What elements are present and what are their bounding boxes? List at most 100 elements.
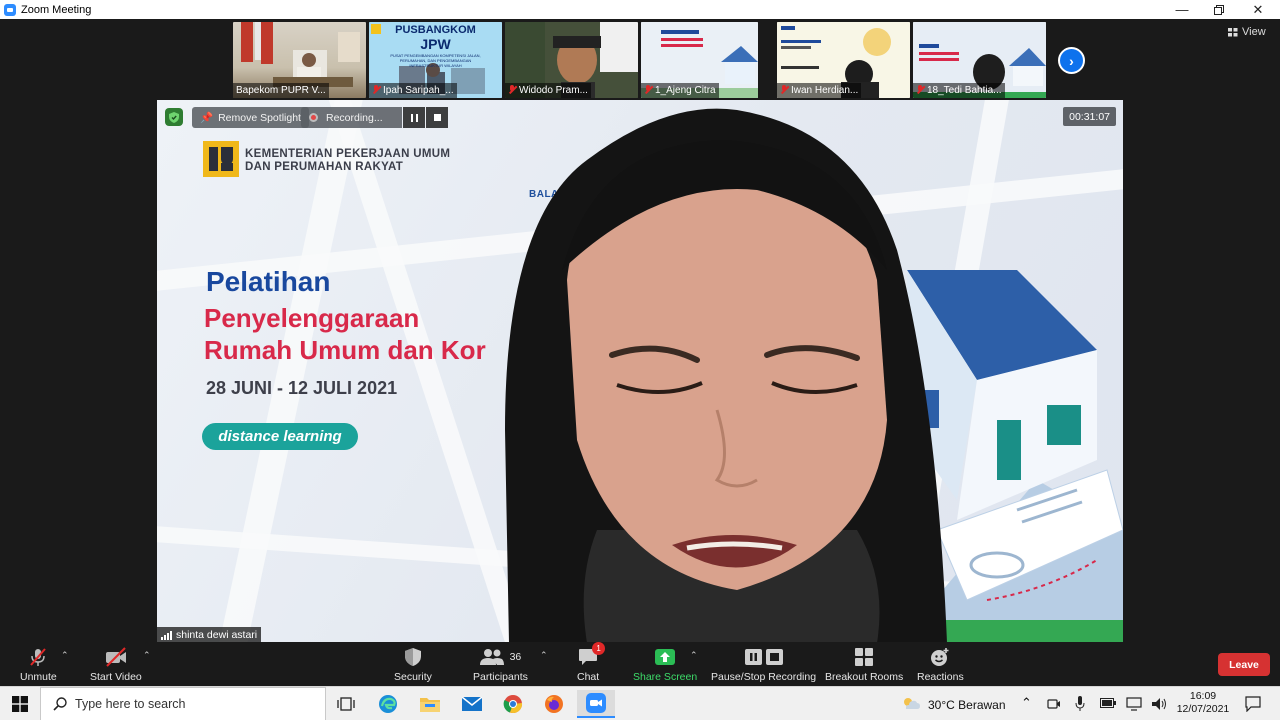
thumbnail-name: Ipah Saripah_... — [369, 83, 457, 98]
speaker-name: shinta dewi astari — [176, 629, 258, 641]
thumbnail-name: Bapekom PUPR V... — [233, 83, 329, 98]
taskbar-edge[interactable] — [369, 690, 407, 718]
security-label: Security — [394, 671, 432, 683]
muted-mic-icon — [780, 85, 788, 94]
audio-options-caret-icon[interactable]: ⌃ — [61, 650, 69, 661]
chrome-icon — [503, 695, 523, 714]
thumbnail-name: 1_Ajeng Citra — [641, 83, 719, 98]
chat-icon: 1 — [578, 642, 606, 668]
security-button[interactable]: Security — [394, 646, 432, 683]
participants-button[interactable]: 36 Participants — [473, 646, 528, 683]
thumbnail-name: Iwan Herdian... — [777, 83, 862, 98]
remove-spotlight-button[interactable]: 📌 Remove Spotlight — [192, 107, 309, 128]
recording-indicator: Recording... — [301, 107, 402, 128]
security-shield-icon[interactable] — [165, 108, 183, 126]
participant-thumbnail[interactable]: Bapekom PUPR V... — [233, 22, 366, 98]
show-hidden-icons-icon[interactable]: ⌃ — [1021, 695, 1032, 711]
chat-button[interactable]: 1 Chat — [577, 642, 606, 683]
share-screen-label: Share Screen — [633, 671, 698, 683]
main-video[interactable]: KEMENTERIAN PEKERJAAN UMUM DAN PERUMAHAN… — [157, 100, 1123, 643]
battery-icon[interactable] — [1100, 698, 1116, 708]
search-icon — [53, 697, 67, 711]
muted-mic-icon — [644, 85, 652, 94]
participants-caret-icon[interactable]: ⌃ — [540, 650, 548, 661]
meet-now-icon[interactable] — [1047, 697, 1061, 711]
presenter-video — [505, 108, 947, 643]
participant-thumbnail[interactable]: Iwan Herdian... — [777, 22, 910, 98]
task-view-button[interactable] — [327, 690, 365, 718]
breakout-rooms-label: Breakout Rooms — [825, 671, 904, 683]
participants-count: 36 — [509, 651, 522, 663]
jpw-subtitle: JPW — [420, 36, 451, 52]
pause-recording-button[interactable] — [403, 107, 425, 128]
view-button[interactable]: View — [1228, 26, 1266, 38]
muted-mic-icon — [916, 85, 924, 94]
taskbar-file-explorer[interactable] — [411, 690, 449, 718]
recording-label: Recording... — [326, 111, 383, 124]
weather-text[interactable]: 30°C Berawan — [928, 698, 1006, 712]
reactions-button[interactable]: Reactions — [917, 646, 964, 683]
folder-icon — [420, 698, 440, 712]
close-icon[interactable]: ✕ — [1238, 0, 1278, 19]
pin-icon: 📌 — [200, 112, 214, 124]
mail-icon — [462, 697, 482, 711]
recording-dot-icon — [309, 113, 318, 122]
speaker-name-tag: shinta dewi astari — [157, 627, 262, 643]
window-titlebar: Zoom Meeting — ✕ — [0, 0, 1280, 19]
participants-icon: 36 — [479, 646, 522, 668]
next-page-button[interactable]: › — [1058, 47, 1085, 74]
start-video-label: Start Video — [90, 671, 142, 683]
video-off-icon — [105, 646, 127, 668]
pause-stop-recording-button[interactable]: Pause/Stop Recording — [711, 646, 816, 683]
recording-controls-icon — [744, 646, 783, 668]
notifications-icon[interactable] — [1245, 696, 1261, 712]
taskbar-mail[interactable] — [453, 690, 491, 718]
thumbnail-name: 18_Tedi Bahtia... — [913, 83, 1005, 98]
restore-icon[interactable] — [1199, 0, 1239, 19]
stop-recording-button[interactable] — [426, 107, 448, 128]
reactions-label: Reactions — [917, 671, 964, 683]
grid-view-icon — [1228, 27, 1238, 36]
windows-logo-icon — [12, 696, 28, 712]
search-placeholder: Type here to search — [75, 697, 186, 711]
clock-date: 12/07/2021 — [1176, 703, 1230, 715]
network-icon[interactable] — [1126, 697, 1142, 711]
signal-strength-icon — [161, 630, 172, 640]
taskbar-firefox[interactable] — [535, 690, 573, 718]
start-video-button[interactable]: Start Video — [90, 646, 142, 683]
participant-thumbnail[interactable]: 1_Ajeng Citra — [641, 22, 758, 98]
share-screen-icon — [655, 646, 676, 668]
jpw-title: PUSBANGKOM — [395, 24, 476, 36]
minimize-icon[interactable]: — — [1162, 0, 1202, 19]
video-options-caret-icon[interactable]: ⌃ — [143, 650, 151, 661]
taskbar-clock[interactable]: 16:09 12/07/2021 — [1170, 690, 1236, 716]
thumbnail-name: Widodo Pram... — [505, 83, 591, 98]
chevron-right-icon: › — [1069, 52, 1074, 69]
participant-thumbnail[interactable]: Widodo Pram... — [505, 22, 638, 98]
participant-thumbnail[interactable]: 18_Tedi Bahtia... — [913, 22, 1046, 98]
microphone-icon[interactable] — [1075, 696, 1085, 712]
share-screen-button[interactable]: Share Screen — [633, 646, 697, 683]
breakout-rooms-button[interactable]: Breakout Rooms — [825, 646, 903, 683]
taskbar-search-box[interactable]: Type here to search — [40, 687, 326, 720]
share-options-caret-icon[interactable]: ⌃ — [690, 650, 698, 661]
participant-thumbnail[interactable]: PUSBANGKOM JPW PUSAT PENGEMBANGAN KOMPET… — [369, 22, 502, 98]
muted-mic-icon — [28, 646, 48, 668]
pause-stop-recording-label: Pause/Stop Recording — [711, 671, 817, 683]
windows-taskbar: Type here to search 30°C Berawan ⌃ 16:09… — [0, 686, 1280, 720]
taskbar-chrome[interactable] — [494, 690, 532, 718]
clock-time: 16:09 — [1189, 690, 1217, 702]
weather-cloud-icon — [904, 698, 920, 709]
reactions-icon — [930, 646, 950, 668]
start-button[interactable] — [0, 687, 40, 720]
taskbar-zoom[interactable] — [577, 690, 615, 718]
leave-button[interactable]: Leave — [1218, 653, 1270, 676]
participants-label: Participants — [473, 671, 528, 683]
unmute-label: Unmute — [20, 671, 57, 683]
volume-icon[interactable] — [1152, 697, 1168, 711]
zoom-icon — [586, 693, 606, 713]
meeting-timer: 00:31:07 — [1063, 107, 1116, 126]
firefox-icon — [545, 695, 563, 713]
unmute-button[interactable]: Unmute — [20, 646, 57, 683]
task-view-icon — [337, 697, 355, 711]
